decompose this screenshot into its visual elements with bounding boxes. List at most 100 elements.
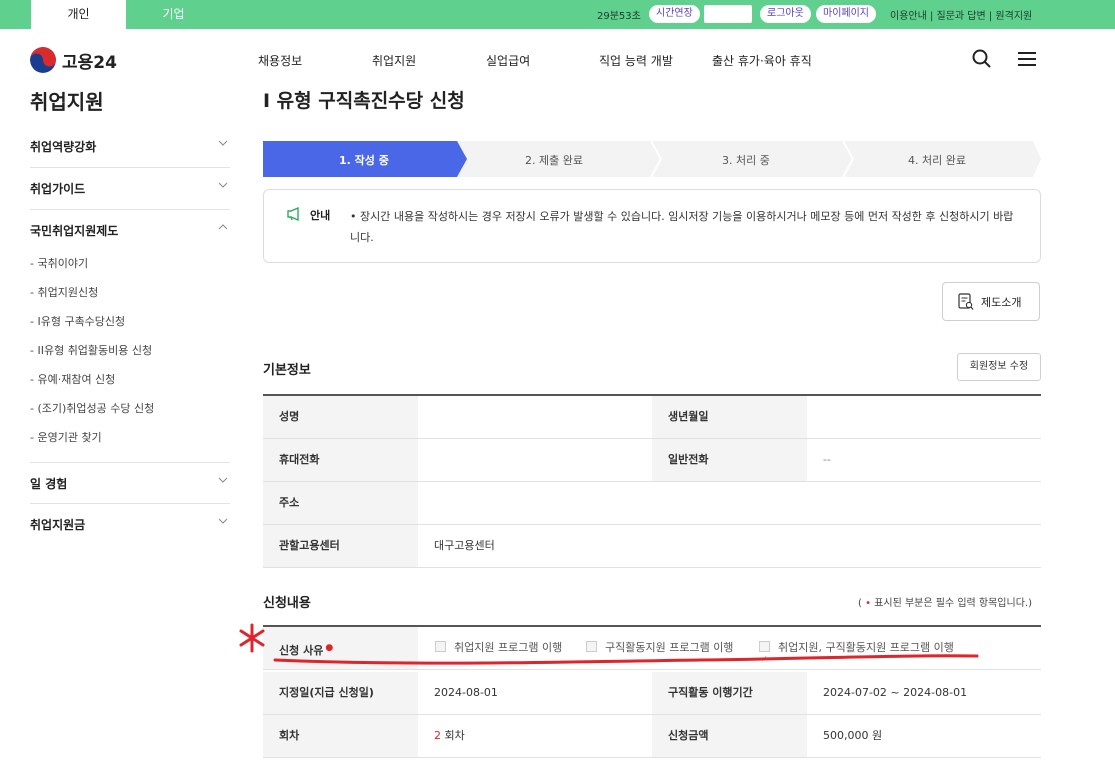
date-label: 지정일(지급 신청일) — [263, 672, 418, 714]
reason-label: 신청 사유 ● — [263, 627, 418, 669]
tab-personal[interactable]: 개인 — [31, 0, 126, 29]
sidebar-subitem[interactable]: - 취업지원신청 — [30, 284, 98, 300]
center-label: 관할고용센터 — [263, 525, 418, 567]
edit-member-info-button[interactable]: 회원정보 수정 — [957, 353, 1041, 381]
step-item: 2. 제출 완료 — [525, 154, 583, 167]
chevron-up-icon — [218, 224, 228, 230]
top-utility-bar: 개인 기업 29분53초 시간연장 로그아웃 마이페이지 이용안내 | 질문과 … — [0, 0, 1115, 29]
table-row: 주소 — [263, 482, 1041, 525]
table-row: 지정일(지급 신청일) 2024-08-01 구직활동 이행기간 2024-07… — [263, 672, 1041, 715]
required-mark: ● — [325, 643, 334, 653]
reason-option-3[interactable]: 취업지원, 구직활동지원 프로그램 이행 — [759, 627, 954, 681]
search-icon[interactable] — [971, 48, 993, 70]
sidebar-subitem[interactable]: - 국취이야기 — [30, 255, 88, 271]
basic-info-table: 성명 생년월일 휴대전화 일반전화 -- 주소 관할고용센터 대구고용센터 — [263, 394, 1041, 570]
taegeuk-logo-icon — [30, 47, 56, 73]
round-label: 회차 — [263, 715, 418, 757]
required-note: ( • 표시된 부분은 필수 입력 항목입니다.) — [858, 594, 1032, 609]
period-value: 2024-07-02 ~ 2024-08-01 — [823, 686, 968, 699]
phone-label: 일반전화 — [652, 439, 807, 481]
amount-value: 500,000 원 — [823, 729, 883, 742]
mobile-label: 휴대전화 — [263, 439, 418, 481]
table-row: 신청 사유● 취업지원 프로그램 이행 구직활동지원 프로그램 이행 취업지원,… — [263, 627, 1041, 681]
nav-item-employment-support[interactable]: 취업지원 — [372, 52, 416, 69]
amount-label: 신청금액 — [652, 715, 807, 757]
required-note-text: 표시된 부분은 필수 입력 항목입니다.) — [874, 598, 1032, 609]
phone-value: -- — [823, 453, 831, 466]
session-timer: 29분53초 — [597, 11, 641, 22]
step-item: 4. 처리 완료 — [908, 154, 966, 167]
notice-box: 안내 • 장시간 내용을 작성하시는 경우 저장시 오류가 발생할 수 있습니다… — [263, 189, 1041, 263]
chevron-down-icon — [218, 182, 228, 188]
step-item: 3. 처리 중 — [722, 154, 770, 167]
mypage-button[interactable]: 마이페이지 — [816, 5, 876, 23]
birth-value — [807, 396, 1041, 438]
program-intro-button[interactable]: 제도소개 — [942, 282, 1040, 321]
user-name-box — [704, 5, 752, 23]
reason-option-2[interactable]: 구직활동지원 프로그램 이행 — [586, 627, 733, 669]
program-intro-label: 제도소개 — [981, 296, 1022, 309]
nav-item-unemployment-benefit[interactable]: 실업급여 — [486, 52, 530, 69]
table-row: 관할고용센터 대구고용센터 — [263, 525, 1041, 568]
megaphone-icon — [287, 207, 299, 221]
sidebar-group-label: 취업지원금 — [30, 518, 86, 532]
name-value — [418, 396, 652, 438]
notice-text: • 장시간 내용을 작성하시는 경우 저장시 오류가 발생할 수 있습니다. 임… — [350, 210, 1014, 244]
reason-option-label: 취업지원 프로그램 이행 — [454, 641, 563, 654]
table-row: 휴대전화 일반전화 -- — [263, 439, 1041, 482]
date-value: 2024-08-01 — [434, 686, 498, 699]
checkbox[interactable] — [586, 641, 597, 652]
sidebar-group-guide[interactable]: 취업가이드 — [30, 168, 230, 210]
checkbox-checked[interactable] — [759, 639, 770, 681]
sidebar-group-label: 국민취업지원제도 — [30, 224, 119, 238]
sidebar-group-label: 일 경험 — [30, 477, 68, 491]
asterisk-mark — [239, 623, 265, 653]
basic-info-title: 기본정보 — [263, 363, 311, 378]
apply-content-table: 신청 사유● 취업지원 프로그램 이행 구직활동지원 프로그램 이행 취업지원,… — [263, 625, 1041, 760]
required-mark: • — [865, 598, 871, 609]
nav-item-jobs[interactable]: 채용정보 — [258, 52, 302, 69]
sidebar-subitem[interactable]: - 운영기관 찾기 — [30, 429, 102, 445]
chevron-down-icon — [218, 477, 228, 483]
round-value: 2 회차 — [418, 715, 652, 757]
birth-label: 생년월일 — [652, 396, 807, 438]
utility-links[interactable]: 이용안내 | 질문과 답변 | 원격지원 — [890, 7, 1032, 22]
address-value — [418, 482, 1041, 524]
sidebar-subitem[interactable]: - (조기)취업성공 수당 신청 — [30, 400, 154, 416]
sidebar-subitem[interactable]: - I유형 구촉수당신청 — [30, 313, 125, 329]
sidebar-group-national-program[interactable]: 국민취업지원제도 — [30, 210, 230, 252]
logo-text: 고용24 — [62, 52, 117, 73]
progress-steps: 1. 작성 중 2. 제출 완료 3. 처리 중 4. 처리 완료 — [263, 141, 1041, 177]
tab-company[interactable]: 기업 — [126, 0, 221, 29]
reason-option-1[interactable]: 취업지원 프로그램 이행 — [435, 627, 562, 669]
sidebar-subitem[interactable]: - II유형 취업활동비용 신청 — [30, 342, 152, 358]
sidebar-subitem[interactable]: - 유예·재참여 신청 — [30, 371, 115, 387]
sidebar-group-label: 취업가이드 — [30, 182, 86, 196]
sidebar-title: 취업지원 — [30, 90, 104, 114]
notice-tag: 안내 — [310, 209, 331, 222]
nav-item-job-skills[interactable]: 직업 능력 개발 — [599, 52, 673, 69]
reason-option-label: 취업지원, 구직활동지원 프로그램 이행 — [778, 641, 954, 654]
round-number: 2 — [434, 729, 441, 742]
chevron-down-icon — [218, 518, 228, 524]
nav-item-parental-leave[interactable]: 출산 휴가·육아 휴직 — [712, 52, 812, 69]
logout-button[interactable]: 로그아웃 — [760, 5, 811, 23]
center-value: 대구고용센터 — [434, 539, 495, 552]
table-row: 성명 생년월일 — [263, 396, 1041, 439]
checkbox[interactable] — [435, 641, 446, 652]
sidebar-group-label: 취업역량강화 — [30, 140, 97, 154]
step-current: 1. 작성 중 — [339, 154, 389, 167]
mobile-value — [418, 439, 652, 481]
document-search-icon — [958, 293, 974, 310]
site-logo[interactable]: 고용24 — [30, 46, 117, 74]
sidebar-group-subsidy[interactable]: 취업지원금 — [30, 504, 230, 546]
menu-icon[interactable] — [1016, 48, 1038, 70]
name-label: 성명 — [263, 396, 418, 438]
address-label: 주소 — [263, 482, 418, 524]
sidebar-group-capability[interactable]: 취업역량강화 — [30, 126, 230, 168]
table-row: 회차 2 회차 신청금액 500,000 원 — [263, 715, 1041, 758]
sidebar-group-work-experience[interactable]: 일 경험 — [30, 462, 230, 504]
required-note-open: ( — [858, 598, 862, 609]
chevron-down-icon — [218, 140, 228, 146]
extend-time-button[interactable]: 시간연장 — [649, 5, 700, 23]
